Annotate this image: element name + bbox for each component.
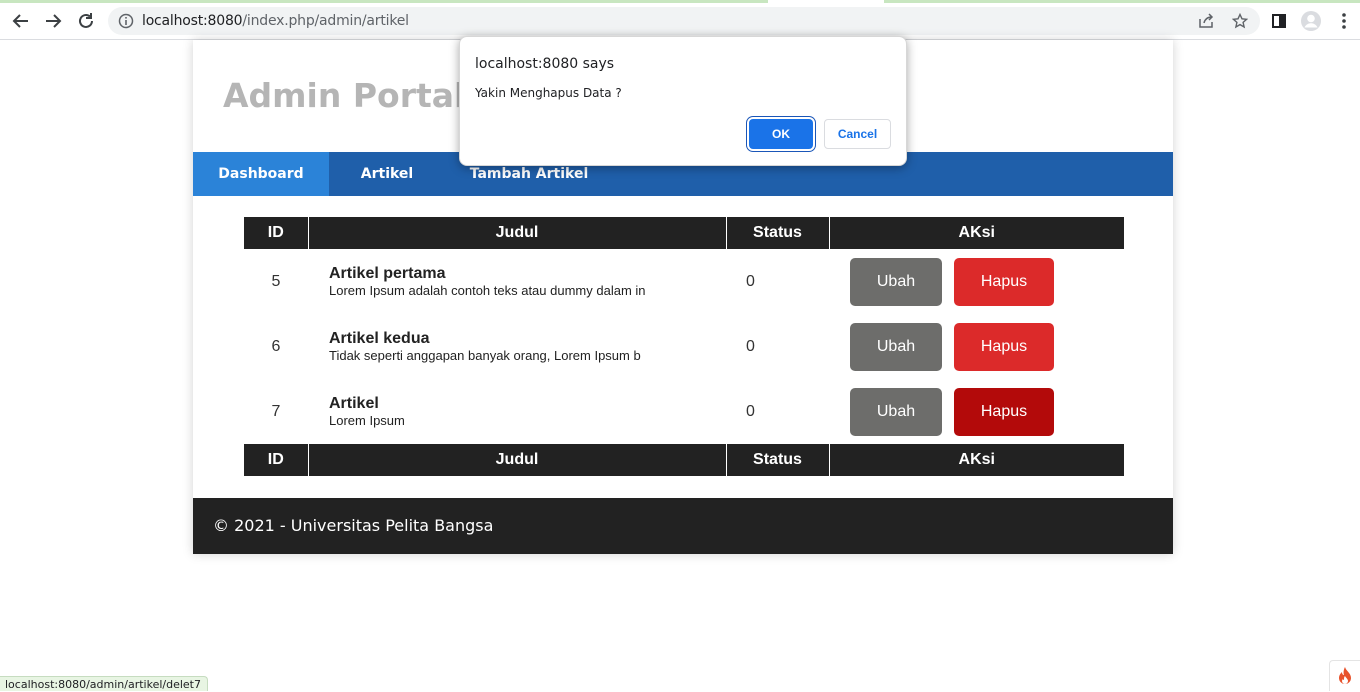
site-footer: © 2021 - Universitas Pelita Bangsa <box>193 498 1173 554</box>
row-title-cell: Artikel kedua Tidak seperti anggapan ban… <box>308 314 726 379</box>
row-status: 0 <box>746 402 755 420</box>
bookmark-star-icon[interactable] <box>1231 12 1249 34</box>
article-title: Artikel <box>329 394 379 412</box>
article-excerpt: Lorem Ipsum adalah contoh teks atau dumm… <box>329 282 646 298</box>
reload-icon[interactable] <box>73 8 99 34</box>
article-title: Artikel pertama <box>329 264 446 282</box>
delete-button[interactable]: Hapus <box>954 387 1054 436</box>
row-actions: Ubah Hapus <box>829 379 1124 444</box>
header-status: Status <box>725 217 829 249</box>
tab-strip-indicator <box>884 0 1360 3</box>
dialog-title: localhost:8080 says <box>475 56 615 72</box>
browser-toolbar: localhost:8080/index.php/admin/artikel <box>0 0 1360 40</box>
row-title-cell: Artikel Lorem Ipsum <box>308 379 726 444</box>
site-info-icon[interactable] <box>118 13 134 34</box>
row-status: 0 <box>746 272 755 290</box>
edit-button[interactable]: Ubah <box>850 257 942 306</box>
article-excerpt: Tidak seperti anggapan banyak orang, Lor… <box>329 347 641 363</box>
table-row: 7 Artikel Lorem Ipsum 0 Ubah Hapus <box>244 379 1124 444</box>
forward-icon[interactable] <box>40 8 66 34</box>
table-row: 6 Artikel kedua Tidak seperti anggapan b… <box>244 314 1124 379</box>
nav-dashboard[interactable]: Dashboard <box>193 152 329 196</box>
flame-icon[interactable] <box>1329 660 1360 691</box>
row-id: 6 <box>271 337 281 355</box>
confirm-dialog: localhost:8080 says Yakin Menghapus Data… <box>459 36 907 166</box>
footer-status: Status <box>725 444 829 476</box>
edit-button[interactable]: Ubah <box>850 322 942 371</box>
article-title: Artikel kedua <box>329 329 430 347</box>
profile-avatar-icon[interactable] <box>1298 8 1324 34</box>
header-aksi: AKsi <box>828 217 1124 249</box>
footer-judul: Judul <box>307 444 726 476</box>
footer-aksi: AKsi <box>828 444 1124 476</box>
table-row: 5 Artikel pertama Lorem Ipsum adalah con… <box>244 249 1124 314</box>
dialog-ok-button[interactable]: OK <box>749 119 813 149</box>
row-title-cell: Artikel pertama Lorem Ipsum adalah conto… <box>308 249 726 314</box>
share-icon[interactable] <box>1198 13 1214 34</box>
tab-strip-indicator <box>0 0 768 3</box>
footer-id: ID <box>244 444 308 476</box>
table-header-row: ID Judul Status AKsi <box>244 217 1124 249</box>
row-status: 0 <box>746 337 755 355</box>
header-judul: Judul <box>307 217 726 249</box>
row-actions: Ubah Hapus <box>829 314 1124 379</box>
edit-button[interactable]: Ubah <box>850 387 942 436</box>
dialog-cancel-button[interactable]: Cancel <box>824 119 891 149</box>
back-icon[interactable] <box>8 8 34 34</box>
header-id: ID <box>244 217 308 249</box>
row-actions: Ubah Hapus <box>829 249 1124 314</box>
address-bar[interactable]: localhost:8080/index.php/admin/artikel <box>108 7 1260 35</box>
row-id: 5 <box>271 272 281 290</box>
side-panel-icon[interactable] <box>1266 8 1292 34</box>
articles-table: ID Judul Status AKsi 5 Artikel pertama L… <box>244 217 1124 476</box>
menu-kebab-icon[interactable] <box>1331 8 1357 34</box>
article-excerpt: Lorem Ipsum <box>329 412 405 428</box>
nav-artikel[interactable]: Artikel <box>329 152 445 196</box>
delete-button[interactable]: Hapus <box>954 322 1054 371</box>
row-id: 7 <box>271 402 281 420</box>
dialog-message: Yakin Menghapus Data ? <box>475 86 622 100</box>
address-url: localhost:8080/index.php/admin/artikel <box>142 13 409 29</box>
delete-button[interactable]: Hapus <box>954 257 1054 306</box>
table-footer-row: ID Judul Status AKsi <box>244 444 1124 476</box>
status-bar-url: localhost:8080/admin/artikel/delet7 <box>0 676 208 691</box>
